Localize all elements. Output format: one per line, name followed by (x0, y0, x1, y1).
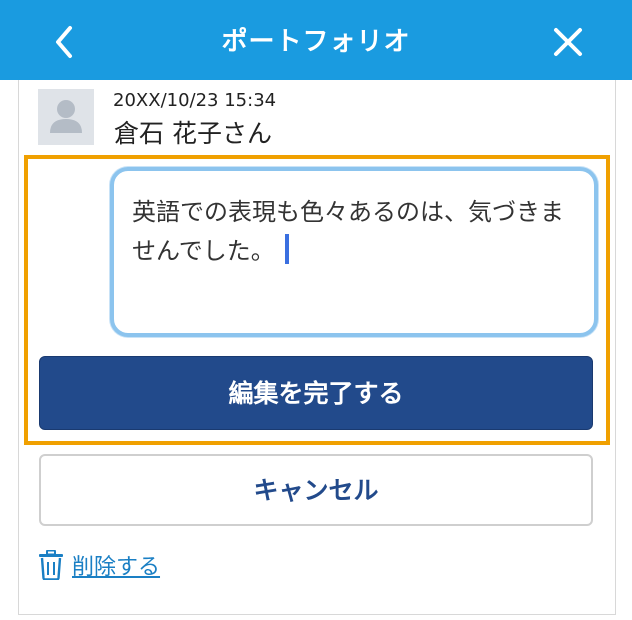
cancel-button[interactable]: キャンセル (39, 454, 593, 526)
close-icon (554, 28, 582, 56)
page-title: ポートフォリオ (221, 27, 411, 57)
author-name: 倉石 花子さん (110, 116, 360, 152)
user-avatar-icon (50, 100, 82, 133)
close-button[interactable] (544, 18, 592, 66)
avatar (38, 89, 94, 145)
delete-link[interactable]: 削除する (38, 548, 160, 582)
trash-icon (39, 550, 63, 580)
comment-text: 英語での表現も色々あるのは、気づきませんでした。 (132, 198, 564, 265)
comment-edit-textarea[interactable]: 英語での表現も色々あるのは、気づきませんでした。 (110, 167, 598, 337)
app-header: ポートフォリオ (0, 0, 632, 80)
delete-label: 削除する (72, 555, 161, 580)
post-timestamp: 20XX/10/23 15:34 (110, 87, 315, 114)
finish-edit-button[interactable]: 編集を完了する (39, 356, 593, 430)
text-caret (284, 234, 289, 264)
